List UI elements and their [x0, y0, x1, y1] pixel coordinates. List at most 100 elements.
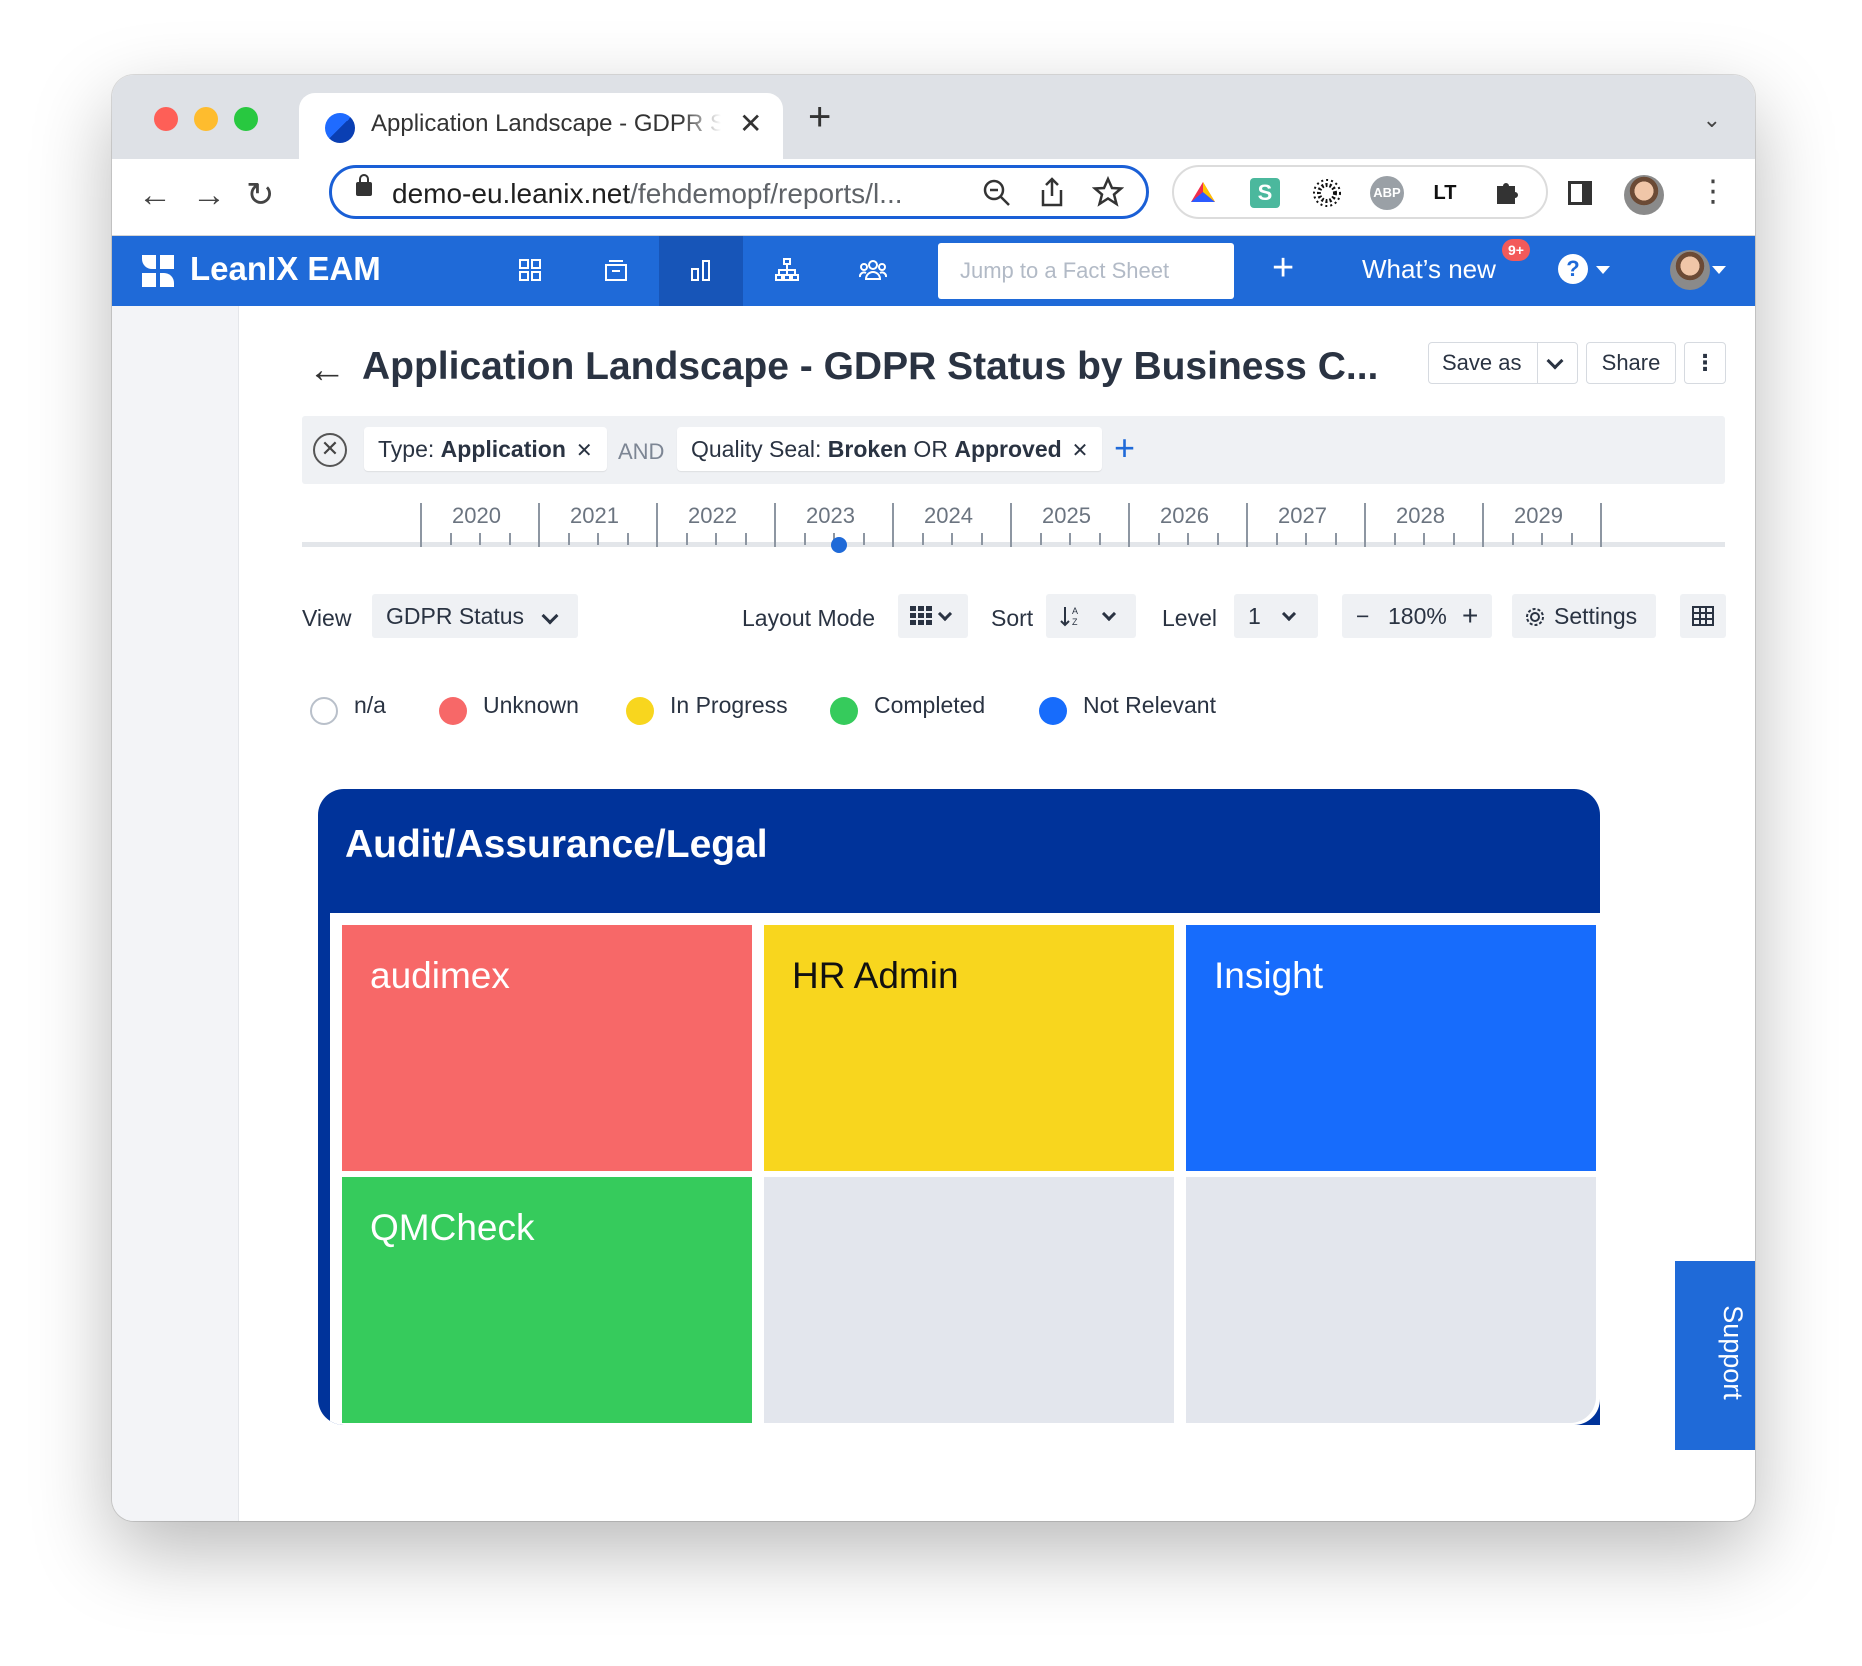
save-as-label: Save as	[1442, 350, 1522, 375]
timeline-quarter-tick	[1039, 533, 1042, 545]
browser-tab[interactable]: Application Landscape - GDPR Status by B…	[299, 93, 783, 159]
puzzle-icon[interactable]	[1492, 178, 1522, 208]
nav-diagrams[interactable]	[745, 236, 829, 306]
timeline-year-label[interactable]: 2022	[688, 503, 737, 529]
whats-new-link[interactable]: What’s new	[1362, 254, 1496, 285]
application-tile[interactable]: audimex	[342, 925, 752, 1171]
application-tile[interactable]: Insight	[1186, 925, 1596, 1171]
empty-tile	[764, 1177, 1174, 1423]
help-icon[interactable]: ?	[1558, 254, 1588, 284]
remove-filter-icon[interactable]: ✕	[576, 440, 593, 462]
zoom-in-button[interactable]: +	[1462, 594, 1478, 638]
timeline-year-label[interactable]: 2026	[1160, 503, 1209, 529]
browser-menu-icon[interactable]: ⋮	[1698, 177, 1728, 207]
nav-dashboard[interactable]	[488, 236, 572, 306]
new-tab-button[interactable]: +	[808, 97, 831, 137]
help-caret-icon[interactable]	[1596, 266, 1610, 274]
filter-chip-quality-value1: Broken	[827, 436, 908, 462]
add-filter-button[interactable]: +	[1114, 426, 1135, 470]
user-menu-caret-icon[interactable]	[1712, 266, 1726, 274]
view-select[interactable]: GDPR Status	[372, 594, 578, 638]
nav-inventory[interactable]	[574, 236, 658, 306]
timeline-year-label[interactable]: 2020	[452, 503, 501, 529]
remove-filter-icon[interactable]: ✕	[1072, 440, 1089, 462]
ext-lt-icon[interactable]: LT	[1430, 178, 1460, 208]
back-icon[interactable]: ←	[138, 173, 172, 217]
settings-button[interactable]: Settings	[1512, 594, 1656, 638]
timeline-year-label[interactable]: 2021	[570, 503, 619, 529]
ext-colorful-icon[interactable]	[1188, 178, 1218, 208]
tab-close-icon[interactable]: ✕	[739, 107, 762, 140]
capability-title[interactable]: Audit/Assurance/Legal	[345, 823, 768, 867]
add-fact-sheet-button[interactable]: +	[1272, 246, 1294, 290]
filter-chip-or: OR	[907, 436, 955, 462]
sort-label: Sort	[991, 605, 1034, 631]
timeline-quarter-tick	[1393, 533, 1396, 545]
layout-mode-select[interactable]	[898, 594, 968, 638]
chevron-down-icon	[1281, 606, 1297, 622]
clear-filters-icon[interactable]: ✕	[313, 433, 347, 467]
application-tile[interactable]: QMCheck	[342, 1177, 752, 1423]
share-icon[interactable]	[1038, 176, 1066, 208]
timeline-year-tick	[538, 503, 540, 547]
user-avatar-icon[interactable]	[1670, 250, 1710, 290]
table-view-button[interactable]	[1680, 594, 1726, 638]
tab-list-chevron-icon[interactable]: ⌄	[1703, 107, 1721, 133]
filter-chip-type[interactable]: Type: Application ✕	[364, 427, 607, 471]
timeline-year-label[interactable]: 2028	[1396, 503, 1445, 529]
layout-mode-label: Layout Mode	[742, 605, 875, 631]
timeline-year-tick	[420, 503, 422, 547]
app-logo-text[interactable]: LeanIX EAM	[190, 250, 381, 288]
timeline-handle[interactable]	[831, 537, 847, 553]
share-button[interactable]: Share	[1586, 342, 1676, 384]
legend-dot-na	[310, 697, 338, 725]
timeline-year-label[interactable]: 2025	[1042, 503, 1091, 529]
level-select[interactable]: 1	[1234, 594, 1318, 638]
minimize-window-button[interactable]	[194, 107, 218, 131]
fact-sheet-search-input[interactable]	[938, 243, 1234, 299]
side-panel-icon[interactable]	[1568, 181, 1592, 205]
app-header: LeanIX EAM + What’s new 9+ ?	[112, 236, 1755, 306]
application-name: QMCheck	[370, 1207, 535, 1248]
address-bar[interactable]: demo-eu.leanix.net/fehdemopf/reports/l..…	[329, 165, 1149, 219]
timeline-quarter-tick	[921, 533, 924, 545]
legend-dot-unknown	[439, 697, 467, 725]
reload-icon[interactable]: ↻	[246, 173, 275, 217]
timeline-quarter-tick	[626, 533, 629, 545]
zoom-out-button[interactable]: −	[1356, 594, 1369, 638]
zoom-icon[interactable]	[982, 178, 1012, 208]
url-host: demo-eu.leanix.net	[392, 178, 631, 209]
profile-avatar-icon[interactable]	[1624, 175, 1664, 215]
timeline-year-label[interactable]: 2024	[924, 503, 973, 529]
sitemap-icon	[775, 258, 799, 281]
timeline-quarter-tick	[862, 533, 865, 545]
maximize-window-button[interactable]	[234, 107, 258, 131]
timeline-quarter-tick	[1069, 533, 1071, 545]
star-icon[interactable]	[1092, 176, 1124, 208]
close-window-button[interactable]	[154, 107, 178, 131]
filter-and-operator: AND	[618, 439, 665, 464]
timeline-year-tick	[1482, 503, 1484, 547]
timeline-slider[interactable]: 2020 2021 2022 2023 2024 2025 2026 2027 2028 2029	[302, 495, 1725, 555]
back-arrow-icon[interactable]: ←	[308, 349, 346, 392]
nav-users[interactable]	[831, 236, 915, 306]
more-options-icon[interactable]: ⋮	[1684, 342, 1726, 384]
capability-container[interactable]: Audit/Assurance/Legal audimex HR Admin I…	[318, 789, 1600, 1425]
filter-chip-quality-seal[interactable]: Quality Seal: Broken OR Approved ✕	[677, 427, 1103, 471]
timeline-year-label[interactable]: 2029	[1514, 503, 1563, 529]
application-tile[interactable]: HR Admin	[764, 925, 1174, 1171]
ext-sun-icon[interactable]	[1312, 178, 1342, 208]
timeline-year-label[interactable]: 2023	[806, 503, 855, 529]
timeline-quarter-tick	[508, 533, 511, 545]
ext-s-icon[interactable]: S	[1250, 178, 1280, 208]
support-tab[interactable]: Support	[1675, 1261, 1755, 1450]
ext-abp-icon[interactable]: ABP	[1370, 176, 1404, 210]
timeline-year-label[interactable]: 2027	[1278, 503, 1327, 529]
nav-reports[interactable]	[659, 236, 743, 306]
forward-icon[interactable]: →	[192, 173, 226, 217]
sort-select[interactable]: AZ	[1046, 594, 1136, 638]
leanix-logo-icon[interactable]	[142, 255, 176, 287]
save-as-button[interactable]: Save as	[1428, 342, 1578, 384]
view-label: View	[302, 605, 352, 631]
save-as-dropdown-icon[interactable]	[1546, 352, 1564, 370]
